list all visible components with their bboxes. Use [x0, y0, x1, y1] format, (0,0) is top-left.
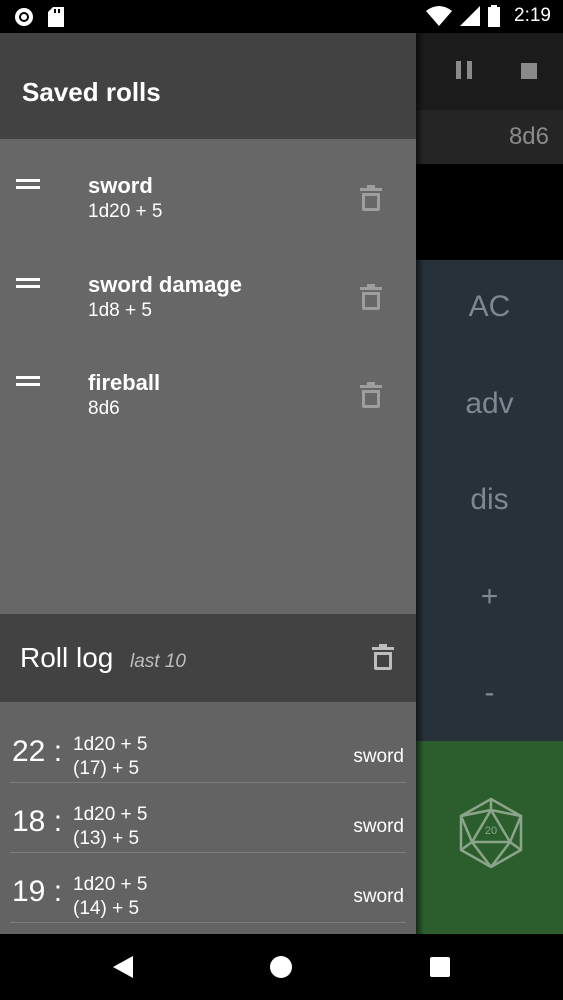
system-nav-bar [0, 934, 563, 1000]
saved-rolls-list: sword 1d20 + 5 sword damage 1d8 + 5 fire… [0, 139, 416, 614]
roll-expression-breakdown: (17) + 5 [73, 758, 140, 779]
saved-roll-expression: 1d20 + 5 [88, 201, 163, 222]
roll-expression: 1d20 + 5 (13) + 5 [73, 803, 148, 851]
current-expression: 8d6 [416, 110, 563, 164]
home-icon[interactable] [270, 956, 292, 978]
roll-expression-formula: 1d20 + 5 [73, 874, 148, 895]
saved-roll-item[interactable]: fireball 8d6 [0, 336, 416, 432]
sd-card-icon [48, 7, 64, 27]
saved-roll-expression: 1d8 + 5 [88, 300, 152, 321]
status-bar: 2:19 [0, 0, 563, 33]
current-expression-text: 8d6 [508, 123, 549, 150]
status-time: 2:19 [514, 5, 551, 26]
back-icon[interactable] [113, 956, 133, 978]
drag-handle-icon[interactable] [16, 278, 40, 290]
drag-handle-icon[interactable] [16, 376, 40, 388]
saved-rolls-title: Saved rolls [22, 77, 161, 107]
roll-total: 18 : [12, 805, 63, 838]
plus-button[interactable]: + [416, 580, 563, 614]
roll-log-entry[interactable]: 19 : 1d20 + 5 (14) + 5 sword [0, 853, 416, 923]
battery-icon [488, 5, 501, 27]
drawer-shadow [416, 33, 424, 934]
roll-name: sword [353, 816, 404, 837]
modifier-buttons: AC adv dis + - [416, 260, 563, 741]
saved-roll-expression: 8d6 [88, 398, 120, 419]
roll-expression-breakdown: (14) + 5 [73, 898, 140, 919]
roll-expression-formula: 1d20 + 5 [73, 734, 148, 755]
recents-icon[interactable] [430, 957, 450, 977]
roll-log-entry[interactable]: 18 : 1d20 + 5 (13) + 5 sword [0, 783, 416, 853]
roll-log-list: 22 : 1d20 + 5 (17) + 5 sword 18 : 1d20 +… [0, 702, 416, 934]
roll-expression-formula: 1d20 + 5 [73, 804, 148, 825]
minus-button[interactable]: - [416, 676, 563, 710]
wifi-icon [426, 6, 453, 26]
roll-expression: 1d20 + 5 (14) + 5 [73, 873, 148, 921]
roll-expression: 1d20 + 5 (17) + 5 [73, 733, 148, 781]
stop-icon[interactable] [521, 63, 537, 79]
d20-icon: 20 [459, 797, 523, 869]
saved-roll-item[interactable]: sword damage 1d8 + 5 [0, 238, 416, 334]
divider [10, 922, 406, 923]
roll-expression-breakdown: (13) + 5 [73, 828, 140, 849]
record-icon [15, 8, 33, 26]
navigation-drawer: Saved rolls sword 1d20 + 5 sword damage … [0, 33, 416, 934]
saved-roll-name: sword [88, 173, 153, 198]
d20-label: 20 [485, 825, 497, 837]
trash-icon[interactable] [360, 284, 382, 310]
pause-icon[interactable] [456, 61, 472, 79]
saved-roll-name: fireball [88, 370, 161, 395]
roll-log-entry[interactable]: 22 : 1d20 + 5 (17) + 5 sword [0, 713, 416, 783]
trash-icon[interactable] [360, 185, 382, 211]
roll-log-subtitle: last 10 [130, 651, 186, 672]
saved-roll-name: sword damage [88, 272, 243, 297]
drag-handle-icon[interactable] [16, 179, 40, 191]
clear-log-trash-icon[interactable] [372, 644, 394, 670]
roll-name: sword [353, 746, 404, 767]
disadvantage-button[interactable]: dis [416, 483, 563, 517]
signal-icon [460, 6, 481, 26]
advantage-button[interactable]: adv [416, 387, 563, 421]
roll-log-title: Roll log [20, 642, 114, 673]
roll-name: sword [353, 886, 404, 907]
roll-total: 19 : [12, 875, 63, 908]
saved-rolls-header: Saved rolls [0, 33, 416, 139]
trash-icon[interactable] [360, 382, 382, 408]
ac-button[interactable]: AC [416, 290, 563, 324]
roll-log-header: Roll log last 10 [0, 614, 416, 702]
main-toolbar [416, 33, 563, 110]
saved-roll-item[interactable]: sword 1d20 + 5 [0, 139, 416, 235]
roll-button[interactable]: 20 [416, 741, 563, 934]
roll-total: 22 : [12, 735, 63, 768]
